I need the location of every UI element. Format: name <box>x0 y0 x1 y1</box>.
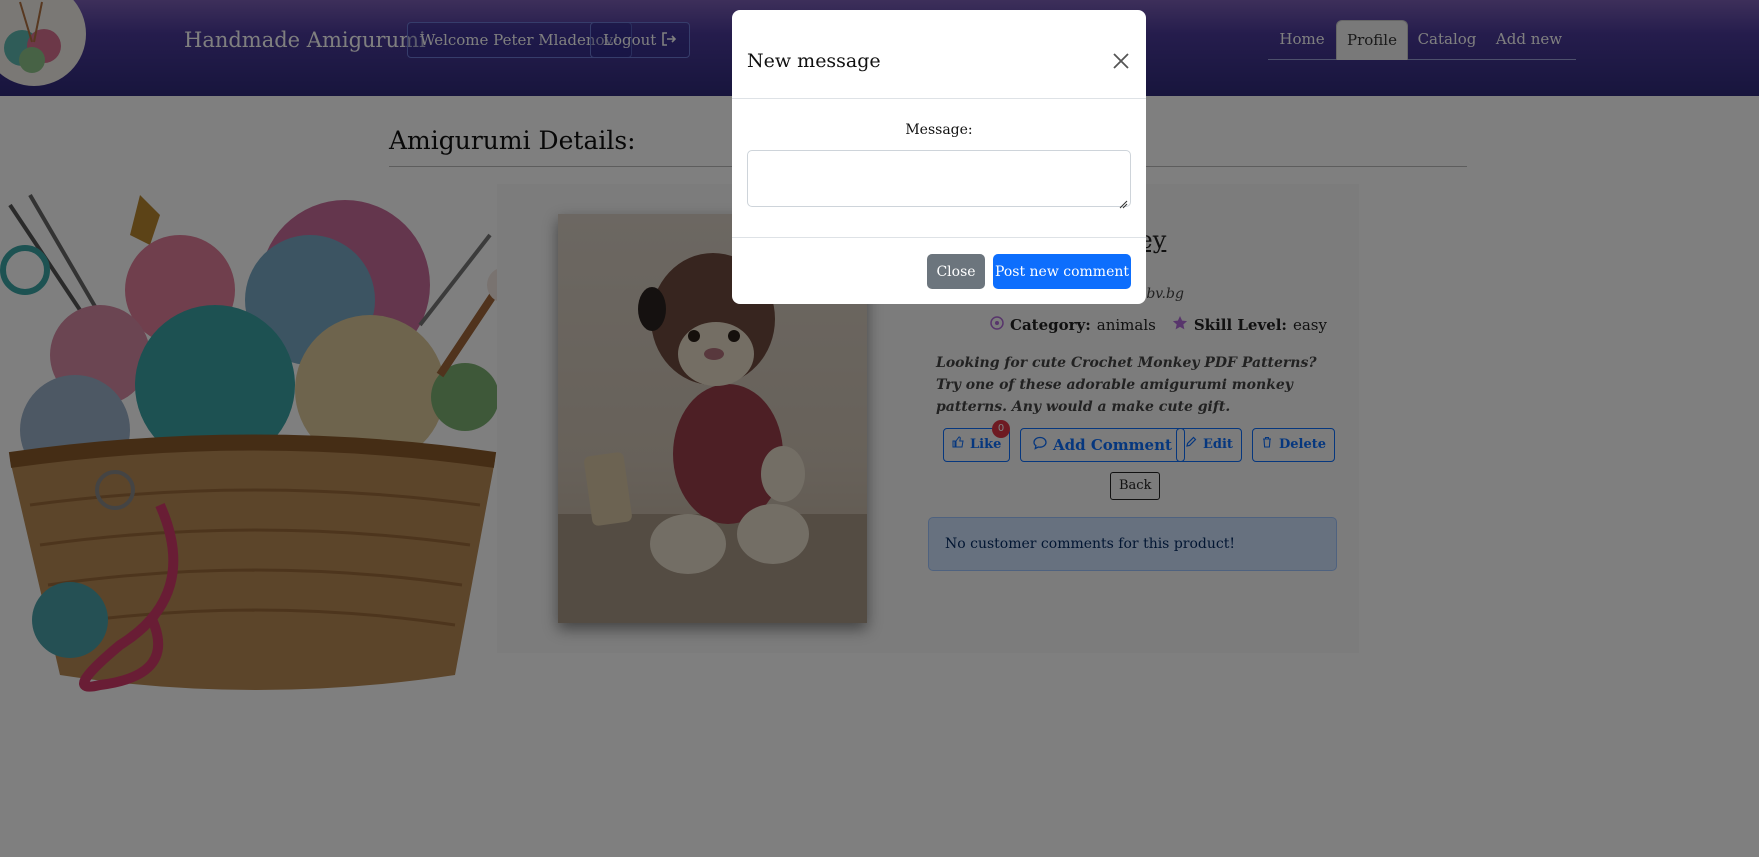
modal-title: New message <box>747 50 881 72</box>
close-button[interactable]: Close <box>927 254 985 289</box>
message-textarea[interactable] <box>747 150 1131 207</box>
message-label: Message: <box>905 122 973 138</box>
post-comment-button[interactable]: Post new comment <box>993 254 1131 289</box>
new-message-modal: New message Message: Close Post new comm… <box>732 10 1146 304</box>
close-icon[interactable] <box>1112 52 1130 70</box>
resize-handle-icon[interactable] <box>1118 194 1128 209</box>
modal-header-divider <box>732 98 1146 99</box>
modal-footer-divider <box>732 237 1146 238</box>
